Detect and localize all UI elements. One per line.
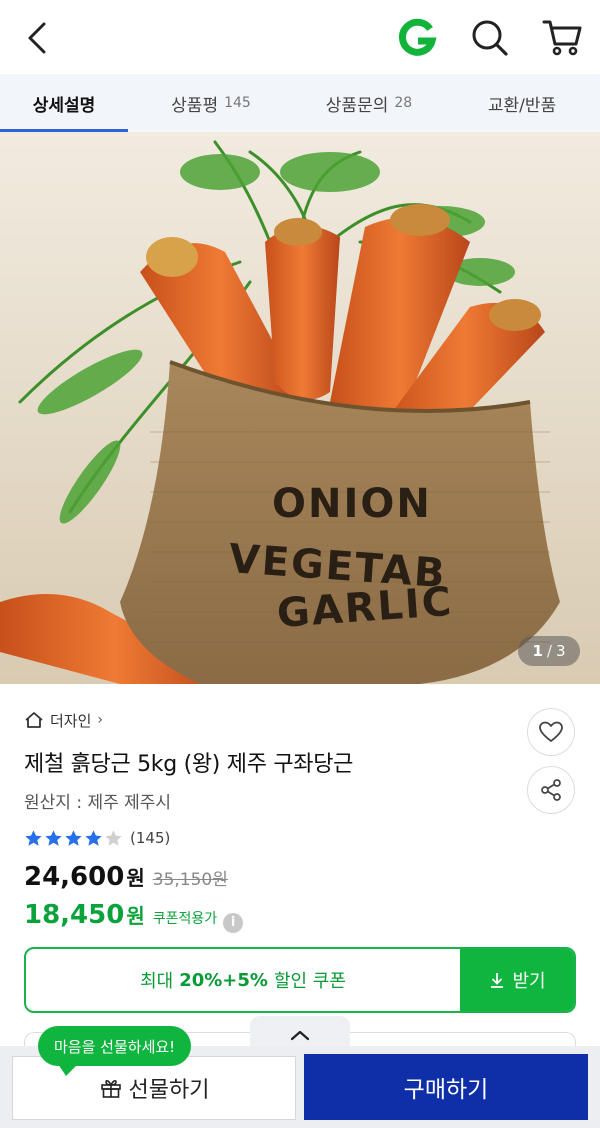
tab-reviews[interactable]: 상품평 145: [128, 74, 294, 132]
tab-label: 상품평: [171, 95, 219, 116]
product-image-carousel[interactable]: ONION VEGETAB GARLIC 1 / 3: [0, 132, 600, 684]
search-button[interactable]: [468, 16, 512, 60]
star-filled-icon: [25, 829, 42, 846]
coupon-description[interactable]: 최대 20%+5% 할인 쿠폰: [26, 949, 460, 1011]
price-row: 24,600 원 35,150원: [24, 862, 228, 892]
coupon-download-label: 받기: [512, 971, 546, 992]
rating-summary[interactable]: (145): [24, 826, 170, 850]
tab-count: 28: [394, 95, 413, 111]
top-app-bar: [0, 0, 600, 74]
g-logo-button[interactable]: [396, 17, 438, 59]
original-price: 35,150원: [152, 870, 228, 890]
star-empty-icon: [105, 829, 122, 846]
coupon-banner: 최대 20%+5% 할인 쿠폰 받기: [24, 947, 576, 1013]
detail-tabs: 상세설명 상품평 145 상품문의 28 교환/반품: [0, 74, 600, 132]
chevron-right-icon: ›: [97, 712, 104, 728]
cart-button[interactable]: [540, 14, 584, 58]
tab-label: 교환/반품: [487, 95, 557, 116]
coupon-price-row: 18,450 원 쿠폰적용가 i: [24, 900, 244, 933]
info-icon[interactable]: i: [223, 912, 244, 933]
image-page-total: 3: [555, 642, 566, 660]
tab-label: 상품문의: [325, 95, 389, 116]
product-photo: ONION VEGETAB GARLIC: [0, 132, 600, 684]
coupon-text-before: 최대: [140, 971, 174, 992]
search-icon: [472, 20, 508, 56]
star-rating: [24, 829, 124, 848]
coupon-download-button[interactable]: 받기: [460, 949, 574, 1011]
tab-exchange-return[interactable]: 교환/반품: [444, 74, 600, 132]
product-origin: 원산지 : 제주 제주시: [24, 793, 172, 813]
gift-icon: [100, 1079, 121, 1098]
star-filled-icon: [85, 829, 102, 846]
star-filled-icon: [65, 829, 82, 846]
image-page-separator: /: [546, 642, 552, 660]
gift-tooltip-text: 마음을 선물하세요!: [54, 1037, 176, 1056]
coupon-text-after: 할인 쿠폰: [273, 971, 346, 992]
tab-label: 상세설명: [32, 95, 96, 116]
sale-price-unit: 원: [126, 866, 145, 890]
tab-inquiries[interactable]: 상품문의 28: [294, 74, 444, 132]
product-title: 제철 흙당근 5kg (왕) 제주 구좌당근: [24, 752, 354, 777]
tab-count: 145: [224, 95, 251, 111]
back-arrow-icon: [28, 22, 46, 54]
shop-link[interactable]: 더자인 ›: [24, 708, 103, 732]
cart-icon: [542, 20, 582, 56]
image-page-current: 1: [532, 642, 543, 660]
sale-price: 24,600: [24, 862, 125, 892]
coupon-price-unit: 원: [126, 904, 145, 928]
share-icon: [541, 779, 561, 801]
buy-label: 구매하기: [403, 1077, 489, 1103]
coupon-price-label: 쿠폰적용가: [152, 911, 218, 927]
tab-details[interactable]: 상세설명: [0, 74, 128, 132]
gift-label: 선물하기: [128, 1078, 210, 1103]
bag-text-line-1: ONION: [272, 481, 432, 527]
g-logo-icon: [398, 18, 437, 56]
review-count: (145): [130, 829, 171, 847]
share-button[interactable]: [527, 766, 575, 814]
wishlist-button[interactable]: [527, 708, 575, 756]
coupon-text-emphasis: 20%+5%: [179, 969, 268, 991]
star-filled-icon: [45, 829, 62, 846]
heart-icon: [539, 721, 563, 742]
download-icon: [491, 973, 504, 988]
image-page-indicator: 1 / 3: [518, 636, 580, 666]
chevron-up-icon: [290, 1030, 310, 1041]
shop-name: 더자인: [50, 711, 92, 730]
coupon-price: 18,450: [24, 900, 125, 930]
gift-tooltip-bubble: 마음을 선물하세요!: [38, 1026, 192, 1076]
home-icon: [25, 712, 43, 728]
buy-button[interactable]: 구매하기: [304, 1054, 588, 1120]
back-button[interactable]: [18, 16, 58, 60]
